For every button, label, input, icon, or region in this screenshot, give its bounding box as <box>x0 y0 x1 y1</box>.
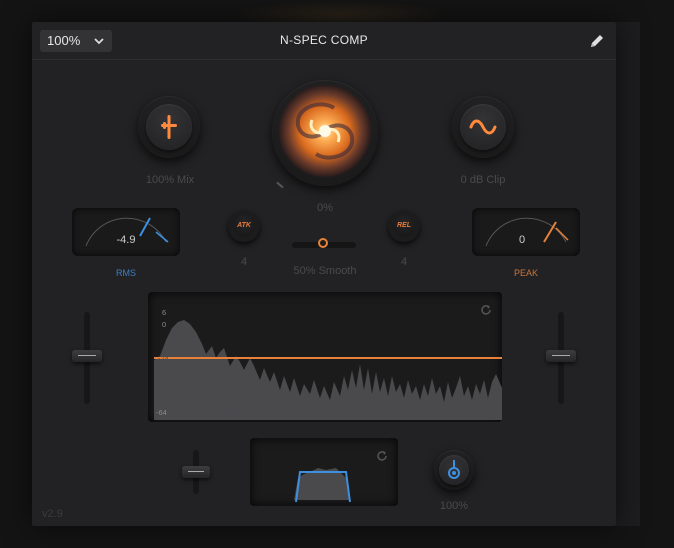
db-top-tick: 6 <box>162 308 167 317</box>
release-knob[interactable]: REL <box>388 210 420 242</box>
release-knob-text: REL <box>393 215 415 237</box>
peak-value: 0 <box>518 234 526 246</box>
freq-tick: 100 <box>224 408 237 417</box>
refresh-icon[interactable] <box>480 304 492 316</box>
filter-curve <box>294 468 351 503</box>
left-fader-handle[interactable] <box>72 350 102 362</box>
bottom-fader-grip <box>188 471 204 472</box>
rms-label: RMS <box>116 268 136 278</box>
attack-knob-text: ATK <box>233 215 255 237</box>
smooth-label: 50% Smooth <box>293 265 357 277</box>
clip-knob[interactable] <box>452 96 514 158</box>
sine-wave-icon <box>469 119 497 135</box>
attack-value: 4 <box>240 256 248 268</box>
left-fader-grip <box>78 355 96 356</box>
smooth-slider-thumb[interactable] <box>318 238 328 248</box>
freq-tick: 300 <box>266 408 279 417</box>
attack-knob[interactable]: ATK <box>228 210 260 242</box>
right-fader-grip <box>552 355 570 356</box>
rms-value: -4.9 <box>116 234 136 246</box>
spectrum-panel: 6 0 -24 -64 40 100 300 1K 3K 8K <box>148 292 502 422</box>
peak-meter: 0 <box>472 208 580 256</box>
freq-tick: -64 <box>156 408 167 417</box>
rms-meter: -4.9 <box>72 208 180 256</box>
peak-label: PEAK <box>513 268 538 278</box>
drive-pointer <box>276 181 284 189</box>
plug-icon <box>161 115 177 139</box>
freq-tick: 3K <box>378 408 388 417</box>
drive-label: 0% <box>317 202 333 214</box>
peak-meter-arc <box>485 217 569 247</box>
mix-knob[interactable] <box>138 96 200 158</box>
rms-meter-arc <box>85 217 169 247</box>
galaxy-swirl-image <box>279 85 371 177</box>
db-mid-tick: -24 <box>158 354 169 363</box>
filter-knob[interactable] <box>434 450 474 490</box>
filter-panel <box>250 438 398 506</box>
pencil-icon[interactable] <box>588 32 606 50</box>
right-fader-handle[interactable] <box>546 350 576 362</box>
refresh-icon[interactable] <box>376 450 388 462</box>
side-strip <box>616 22 640 526</box>
plugin-title: N-SPEC COMP <box>280 33 368 47</box>
freq-tick: 1K <box>324 408 334 417</box>
release-value: 4 <box>400 256 408 268</box>
bottom-fader-handle[interactable] <box>182 466 210 478</box>
mix-label: 100% Mix <box>145 174 195 186</box>
freq-tick: 8K <box>432 408 442 417</box>
clip-label: 0 dB Clip <box>460 174 506 186</box>
version-label: v2.9 <box>42 508 63 520</box>
smooth-slider-track[interactable] <box>292 238 356 248</box>
plugin-window: 100% N-SPEC COMP 100% Mix 0% 0 dB Clip -… <box>32 22 616 526</box>
spectrum-graph <box>154 320 502 420</box>
drive-knob[interactable] <box>272 80 378 189</box>
header-bar: 100% N-SPEC COMP <box>32 22 616 60</box>
filter-percent-label: 100% <box>439 500 469 512</box>
blue-indicator-icon <box>448 460 460 479</box>
freq-tick: 40 <box>190 408 199 417</box>
db-zero-tick: 0 <box>162 320 167 329</box>
